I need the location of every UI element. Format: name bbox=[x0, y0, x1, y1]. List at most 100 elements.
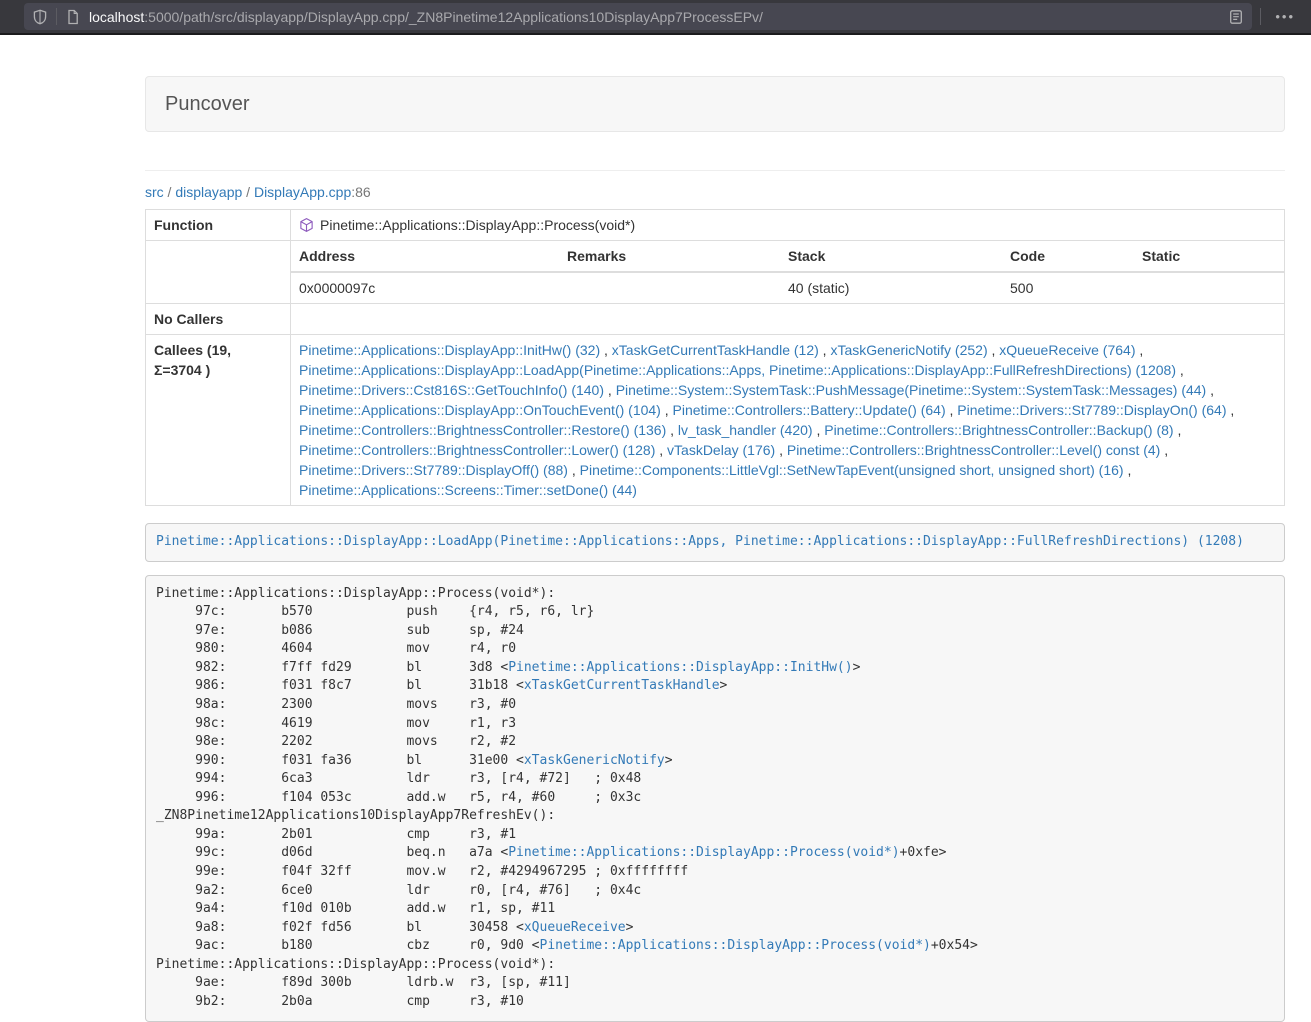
url-path: :5000/path/src/displayapp/DisplayApp.cpp… bbox=[144, 9, 763, 25]
assembly-text: 996: f104 053c add.w r5, r4, #60 ; 0x3c bbox=[156, 790, 641, 805]
assembly-text: 9a2: 6ce0 ldr r0, [r4, #76] ; 0x4c bbox=[156, 883, 641, 898]
assembly-text: 99e: f04f 32ff mov.w r2, #4294967295 ; 0… bbox=[156, 864, 688, 879]
stats-value-stack: 40 (static) bbox=[780, 272, 1002, 303]
page-icon[interactable] bbox=[65, 9, 81, 25]
assembly-symbol-link[interactable]: Pinetime::Applications::DisplayApp::Proc… bbox=[508, 845, 899, 860]
callee-separator: , bbox=[1135, 342, 1143, 358]
assembly-text: _ZN8Pinetime12Applications10DisplayApp7R… bbox=[156, 808, 555, 823]
callee-link[interactable]: Pinetime::Drivers::Cst816S::GetTouchInfo… bbox=[299, 382, 604, 398]
callee-link[interactable]: Pinetime::Drivers::St7789::DisplayOff() … bbox=[299, 462, 568, 478]
stats-header-code: Code bbox=[1002, 241, 1134, 272]
assembly-symbol-link[interactable]: Pinetime::Applications::DisplayApp::Init… bbox=[508, 660, 852, 675]
callee-link[interactable]: Pinetime::Controllers::BrightnessControl… bbox=[299, 422, 666, 438]
callee-separator: , bbox=[988, 342, 1000, 358]
callee-link[interactable]: Pinetime::Applications::DisplayApp::OnTo… bbox=[299, 402, 661, 418]
callee-link[interactable]: Pinetime::Applications::DisplayApp::Load… bbox=[299, 362, 1176, 378]
stats-value-static bbox=[1134, 272, 1284, 303]
function-name: Pinetime::Applications::DisplayApp::Proc… bbox=[320, 215, 635, 235]
callee-link[interactable]: Pinetime::Controllers::BrightnessControl… bbox=[824, 422, 1173, 438]
assembly-text: 9ae: f89d 300b ldrb.w r3, [sp, #11] bbox=[156, 975, 571, 990]
callee-separator: , bbox=[661, 402, 673, 418]
assembly-text: > bbox=[720, 678, 728, 693]
callers-row: No Callers bbox=[146, 304, 1285, 335]
callee-separator: , bbox=[1206, 382, 1214, 398]
assembly-text: 9ac: b180 cbz r0, 9d0 < bbox=[156, 938, 540, 953]
callee-link[interactable]: Pinetime::Applications::DisplayApp::Init… bbox=[299, 342, 600, 358]
callee-link[interactable]: Pinetime::System::SystemTask::PushMessag… bbox=[616, 382, 1207, 398]
assembly-text: 986: f031 f8c7 bl 31b18 < bbox=[156, 678, 524, 693]
callee-link[interactable]: xTaskGetCurrentTaskHandle (12) bbox=[612, 342, 819, 358]
callee-separator: , bbox=[819, 342, 831, 358]
assembly-symbol-link[interactable]: Pinetime::Applications::DisplayApp::Proc… bbox=[540, 938, 931, 953]
function-table: Function Pinetime::Applications::Display… bbox=[145, 209, 1285, 506]
breadcrumb-link-displayapp[interactable]: displayapp bbox=[175, 184, 242, 200]
breadcrumb-separator: / bbox=[242, 184, 254, 200]
cube-icon bbox=[299, 217, 314, 233]
highlighted-symbol-box: Pinetime::Applications::DisplayApp::Load… bbox=[145, 523, 1285, 562]
assembly-symbol-link[interactable]: xQueueReceive bbox=[524, 920, 626, 935]
assembly-text: 9a4: f10d 010b add.w r1, sp, #11 bbox=[156, 901, 555, 916]
url-bar[interactable]: localhost:5000/path/src/displayapp/Displ… bbox=[24, 3, 1252, 30]
callees-label: Callees (19, Σ=3704 ) bbox=[146, 335, 291, 506]
assembly-text: 990: f031 fa36 bl 31e00 < bbox=[156, 753, 524, 768]
callee-link[interactable]: Pinetime::Controllers::Battery::Update()… bbox=[673, 402, 946, 418]
callee-separator: , bbox=[1174, 422, 1182, 438]
page-container: Puncover src / displayapp / DisplayApp.c… bbox=[145, 76, 1285, 1022]
assembly-symbol-link[interactable]: xTaskGetCurrentTaskHandle bbox=[524, 678, 720, 693]
breadcrumb-link-displayapp.cpp[interactable]: DisplayApp.cpp bbox=[254, 184, 351, 200]
assembly-text: 994: 6ca3 ldr r3, [r4, #72] ; 0x48 bbox=[156, 771, 641, 786]
stats-header-remarks: Remarks bbox=[559, 241, 780, 272]
stats-value-code: 500 bbox=[1002, 272, 1134, 303]
assembly-text: 97e: b086 sub sp, #24 bbox=[156, 623, 524, 638]
assembly-text: 980: 4604 mov r4, r0 bbox=[156, 641, 516, 656]
shield-icon[interactable] bbox=[32, 9, 48, 25]
callee-link[interactable]: Pinetime::Controllers::BrightnessControl… bbox=[299, 442, 655, 458]
menu-icon[interactable]: ••• bbox=[1269, 10, 1301, 23]
callees-list: Pinetime::Applications::DisplayApp::Init… bbox=[291, 335, 1285, 506]
callee-separator: , bbox=[600, 342, 612, 358]
url-text[interactable]: localhost:5000/path/src/displayapp/Displ… bbox=[89, 9, 763, 25]
stats-header-row: AddressRemarksStackCodeStatic bbox=[291, 241, 1284, 272]
assembly-text: > bbox=[853, 660, 861, 675]
breadcrumb: src / displayapp / DisplayApp.cpp:86 bbox=[145, 182, 1285, 202]
callee-link[interactable]: Pinetime::Drivers::St7789::DisplayOn() (… bbox=[957, 402, 1226, 418]
assembly-text: > bbox=[665, 753, 673, 768]
urlbar-divider bbox=[56, 8, 57, 25]
callee-link[interactable]: xTaskGenericNotify (252) bbox=[830, 342, 987, 358]
callee-link[interactable]: vTaskDelay (176) bbox=[667, 442, 775, 458]
callee-separator: , bbox=[946, 402, 958, 418]
loadapp-symbol-link[interactable]: Pinetime::Applications::DisplayApp::Load… bbox=[156, 534, 1244, 549]
function-label: Function bbox=[146, 210, 291, 241]
callee-link[interactable]: lv_task_handler (420) bbox=[678, 422, 813, 438]
assembly-text: 98c: 4619 mov r1, r3 bbox=[156, 716, 516, 731]
stats-value-address: 0x0000097c bbox=[291, 272, 559, 303]
callee-separator: , bbox=[1124, 462, 1132, 478]
breadcrumb-link-src[interactable]: src bbox=[145, 184, 164, 200]
app-header-panel: Puncover bbox=[145, 76, 1285, 132]
assembly-text: 9a8: f02f fd56 bl 30458 < bbox=[156, 920, 524, 935]
assembly-text: +0x54> bbox=[931, 938, 978, 953]
callee-link[interactable]: Pinetime::Components::LittleVgl::SetNewT… bbox=[580, 462, 1124, 478]
callee-link[interactable]: Pinetime::Controllers::BrightnessControl… bbox=[787, 442, 1160, 458]
stats-value-remarks bbox=[559, 272, 780, 303]
url-host: localhost bbox=[89, 9, 144, 25]
callee-separator: , bbox=[604, 382, 616, 398]
callee-separator: , bbox=[1227, 402, 1235, 418]
reader-mode-icon[interactable] bbox=[1228, 9, 1244, 25]
assembly-symbol-link[interactable]: xTaskGenericNotify bbox=[524, 753, 665, 768]
assembly-text: Pinetime::Applications::DisplayApp::Proc… bbox=[156, 957, 555, 972]
stats-header-address: Address bbox=[291, 241, 559, 272]
stats-header-stack: Stack bbox=[780, 241, 1002, 272]
callee-link[interactable]: xQueueReceive (764) bbox=[999, 342, 1135, 358]
browser-toolbar: localhost:5000/path/src/displayapp/Displ… bbox=[0, 0, 1311, 35]
breadcrumb-line-number: :86 bbox=[351, 184, 370, 200]
callees-row: Callees (19, Σ=3704 ) Pinetime::Applicat… bbox=[146, 335, 1285, 506]
assembly-text: Pinetime::Applications::DisplayApp::Proc… bbox=[156, 586, 555, 601]
assembly-text: > bbox=[626, 920, 634, 935]
callee-separator: , bbox=[655, 442, 667, 458]
stats-value-row: 0x0000097c 40 (static)500 bbox=[291, 272, 1284, 303]
assembly-text: 9b2: 2b0a cmp r3, #10 bbox=[156, 994, 524, 1009]
callee-link[interactable]: Pinetime::Applications::Screens::Timer::… bbox=[299, 482, 637, 498]
toolbar-divider bbox=[1260, 8, 1261, 25]
callee-separator: , bbox=[666, 422, 678, 438]
